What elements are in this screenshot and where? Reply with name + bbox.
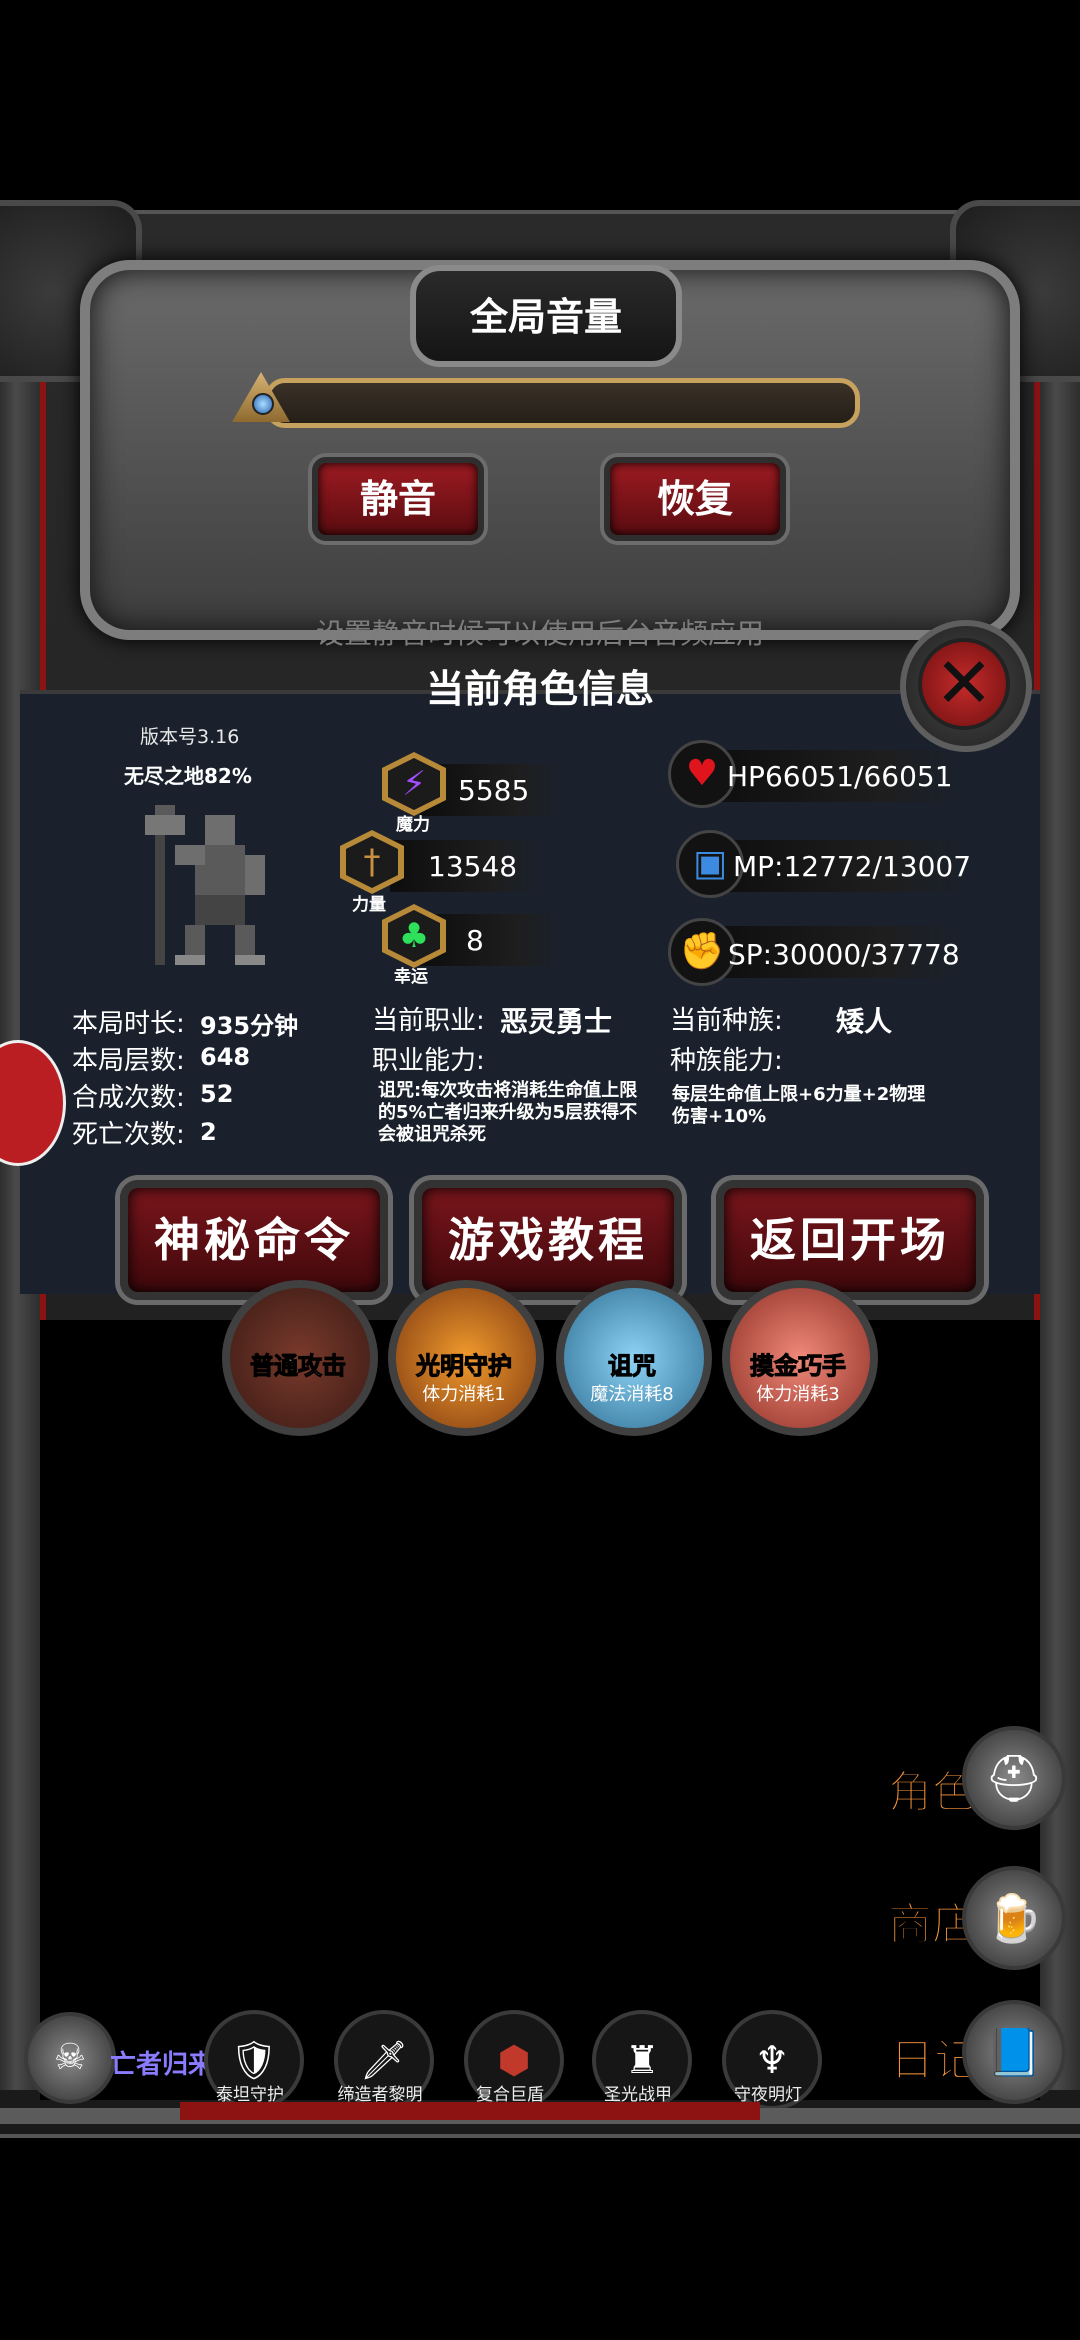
mute-button[interactable]: 静音 [312,457,484,541]
secret-command-button[interactable]: 神秘命令 [120,1180,388,1300]
floors-value: 648 [200,1043,251,1071]
skill-attack-name: 普通攻击 [250,1352,347,1381]
hp-value: HP66051/66051 [727,760,953,793]
volume-title: 全局音量 [469,295,622,339]
race-value: 矮人 [836,1005,893,1038]
skill-loot-name: 摸金巧手 [750,1352,847,1381]
job-ability-label: 职业能力: [372,1046,485,1076]
mp-value: MP:12772/13007 [733,850,972,883]
battle-area [40,1320,1040,2100]
hp-bar [180,2102,760,2120]
strength-label: 力量 [352,895,386,915]
strength-value: 13548 [428,850,518,883]
skill-loot-cost: 体力消耗3 [756,1384,840,1405]
skill-curse-name: 诅咒 [608,1352,657,1381]
race-ability-desc: 每层生命值上限+6力量+2物理伤害+10% [672,1084,926,1127]
helmet-icon[interactable]: ⛑ [962,1726,1066,1830]
luck-value: 8 [466,924,484,957]
skill-light-guard-cost: 体力消耗1 [422,1384,506,1405]
heart-icon: ♥ [668,740,736,808]
craft-value: 52 [200,1080,234,1108]
craft-label: 合成次数: [72,1083,185,1113]
race-ability-label: 种族能力: [670,1046,783,1076]
stamina-icon: ✊ [668,918,736,986]
sp-value: SP:30000/37778 [728,938,960,971]
mug-icon[interactable]: 🍺 [962,1866,1066,1970]
restore-button[interactable]: 恢复 [604,457,786,541]
progress-label: 无尽之地82% [124,764,252,788]
slider-gem-icon [252,393,274,415]
book-icon[interactable]: 📘 [962,2000,1066,2104]
right-border [1040,300,1080,2090]
player-name: 亡者归来 [110,2050,215,2080]
job-value: 恶灵勇士 [500,1005,613,1038]
character-sprite [145,805,265,965]
magic-value: 5585 [458,774,530,807]
back-to-start-button[interactable]: 返回开场 [716,1180,984,1300]
player-portrait-icon[interactable]: ☠ [24,2012,116,2104]
death-value: 2 [200,1118,217,1146]
death-label: 死亡次数: [72,1120,185,1150]
duration-value: 935分钟 [200,1012,299,1040]
skill-light-guard-name: 光明守护 [416,1352,513,1381]
version-label: 版本号3.16 [140,726,240,748]
luck-label: 幸运 [394,967,428,987]
magic-label: 魔力 [396,815,430,835]
volume-slider[interactable] [265,378,860,428]
close-icon[interactable]: ✕ [918,638,1010,730]
skill-curse-cost: 魔法消耗8 [590,1384,674,1405]
job-ability-desc: 诅咒:每次攻击将消耗生命值上限的5%亡者归来升级为5层获得不会被诅咒杀死 [378,1080,638,1145]
duration-label: 本局时长: [72,1009,185,1039]
floors-label: 本局层数: [72,1046,185,1076]
race-label: 当前种族: [670,1006,783,1036]
job-label: 当前职业: [372,1006,485,1036]
